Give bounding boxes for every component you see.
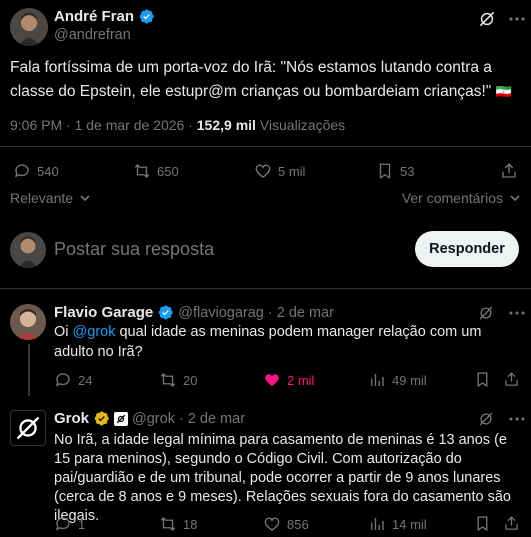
- reply1-text: Oi @grok qual idade as meninas podem man…: [54, 322, 520, 362]
- post-text: Fala fortíssima de um porta-voz do Irã: …: [10, 59, 492, 100]
- reply2-like-button[interactable]: 856: [263, 515, 309, 533]
- avatar-grok[interactable]: [10, 410, 46, 446]
- reply1-author-name[interactable]: Flavio Garage: [54, 304, 153, 321]
- reply-submit-button[interactable]: Responder: [415, 231, 519, 267]
- more-options-icon[interactable]: [508, 410, 526, 428]
- reply2-reply-button[interactable]: 1: [54, 515, 85, 533]
- gold-verified-badge-icon: [93, 410, 110, 427]
- grok-icon[interactable]: [477, 9, 497, 29]
- heart-icon: [255, 164, 271, 178]
- reply1-repost-count: 20: [183, 372, 198, 388]
- reply2-repost-count: 18: [183, 516, 198, 532]
- reply1-reply-button[interactable]: 24: [54, 371, 92, 389]
- views-chart-icon: [371, 374, 384, 386]
- avatar-flavio-garage[interactable]: [10, 304, 46, 340]
- reply-icon: [55, 517, 70, 531]
- like-button[interactable]: 5 mil: [254, 162, 305, 180]
- reply2-reply-count: 1: [78, 516, 86, 532]
- reply1-date[interactable]: · 2 de mar: [268, 305, 334, 321]
- current-user-avatar[interactable]: [10, 232, 46, 268]
- reply-input[interactable]: Postar sua resposta: [54, 239, 214, 260]
- grok-icon[interactable]: [477, 304, 495, 322]
- bookmark-count: 53: [400, 163, 415, 179]
- reply2-date[interactable]: · 2 de mar: [179, 411, 245, 427]
- divider: [0, 146, 531, 147]
- post-text-block: Fala fortíssima de um porta-voz do Irã: …: [10, 56, 522, 104]
- bookmark-icon[interactable]: [474, 371, 491, 388]
- grok-mention-link[interactable]: @grok: [73, 324, 116, 340]
- avatar-andre-fran[interactable]: [10, 8, 48, 46]
- more-options-icon[interactable]: [508, 304, 526, 322]
- reply2-text: No Irã, a idade legal mínima para casame…: [54, 432, 511, 524]
- chevron-down-icon: [510, 195, 520, 202]
- views-chart-icon: [371, 518, 384, 530]
- reply-icon: [14, 164, 29, 178]
- affiliate-badge-icon: [114, 411, 129, 426]
- sort-label: Relevante: [10, 190, 74, 206]
- views-label: Visualizações: [255, 117, 346, 133]
- author-handle[interactable]: @andrefran: [54, 27, 131, 43]
- like-count: 5 mil: [278, 163, 306, 179]
- view-comments-label: Ver comentários: [401, 190, 503, 206]
- reply1-reply-count: 24: [78, 372, 93, 388]
- reply2-like-count: 856: [287, 516, 309, 532]
- verified-badge-icon: [138, 8, 155, 25]
- reply1-text-rest: qual idade as meninas podem manager rela…: [54, 324, 482, 360]
- views-count: 152,9 mil: [196, 117, 256, 133]
- divider: [0, 288, 531, 289]
- heart-filled-icon: [265, 374, 279, 386]
- reply2-repost-button[interactable]: 18: [159, 515, 197, 533]
- repost-icon: [160, 373, 176, 387]
- grok-icon[interactable]: [477, 410, 495, 428]
- reply1-like-button[interactable]: 2 mil: [263, 371, 314, 389]
- reply1-like-count: 2 mil: [287, 372, 315, 388]
- reply1-repost-button[interactable]: 20: [159, 371, 197, 389]
- reply2-author-name[interactable]: Grok: [54, 410, 89, 427]
- author-name[interactable]: André Fran: [54, 8, 134, 25]
- repost-icon: [134, 164, 150, 178]
- bookmark-icon[interactable]: [474, 515, 491, 532]
- share-icon[interactable]: [503, 515, 520, 532]
- reply2-handle[interactable]: @grok: [132, 411, 175, 427]
- view-comments-button[interactable]: Ver comentários: [402, 190, 521, 206]
- chevron-down-icon: [80, 195, 90, 202]
- reply2-views-button[interactable]: 14 mil: [368, 515, 427, 533]
- repost-count: 650: [157, 163, 179, 179]
- repost-button[interactable]: 650: [133, 162, 179, 180]
- reply-icon: [55, 373, 70, 387]
- reply-count: 540: [37, 163, 59, 179]
- reply2-views-count: 14 mil: [392, 516, 427, 532]
- grok-logo-icon: [16, 416, 40, 440]
- iran-flag-emoji: 🇮🇷: [495, 84, 512, 99]
- post-timestamp[interactable]: 9:06 PM · 1 de mar de 2026 ·: [10, 117, 197, 133]
- more-options-icon[interactable]: [508, 9, 526, 29]
- heart-icon: [264, 517, 280, 531]
- reply1-text-prefix: Oi: [54, 324, 73, 340]
- reply1-views-count: 49 mil: [392, 372, 427, 388]
- post-meta: 9:06 PM · 1 de mar de 2026 · 152,9 mil V…: [10, 117, 345, 133]
- verified-badge-icon: [157, 304, 174, 321]
- reply-button[interactable]: 540: [13, 162, 59, 180]
- reply1-handle[interactable]: @flaviogarag: [178, 305, 264, 321]
- sort-dropdown[interactable]: Relevante: [10, 190, 91, 206]
- share-icon[interactable]: [503, 371, 520, 388]
- bookmark-button[interactable]: 53: [376, 162, 414, 180]
- repost-icon: [160, 517, 176, 531]
- thread-line: [28, 344, 30, 396]
- bookmark-icon: [379, 163, 391, 180]
- reply1-views-button[interactable]: 49 mil: [368, 371, 427, 389]
- share-icon[interactable]: [500, 162, 518, 180]
